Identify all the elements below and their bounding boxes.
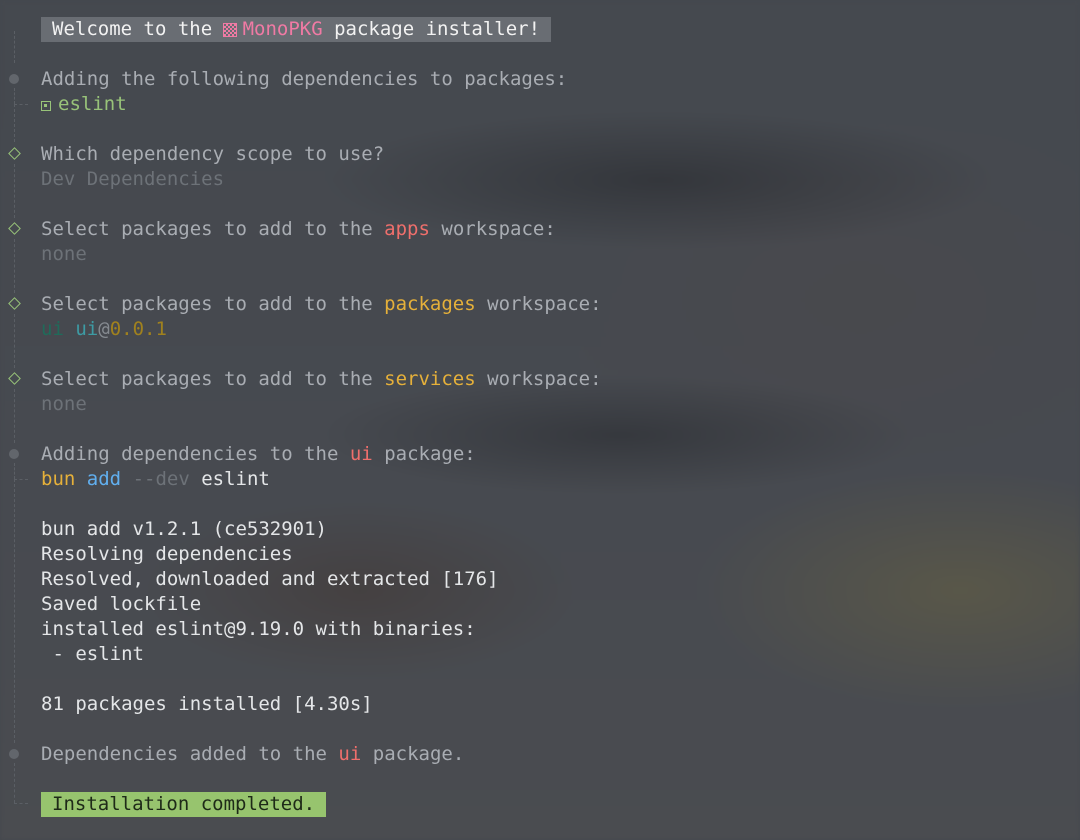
command-bin: bun — [41, 468, 76, 490]
gutter-line — [14, 479, 15, 743]
output-line: Saved lockfile — [41, 593, 202, 615]
welcome-suffix: package installer! — [322, 18, 541, 40]
gutter-branch — [14, 803, 28, 804]
gutter-branch — [14, 104, 28, 105]
scope-question: Which dependency scope to use? — [41, 143, 385, 165]
message-prefix: Dependencies added to the — [41, 743, 339, 765]
box-icon — [41, 101, 51, 111]
command-flag: --dev — [132, 468, 190, 490]
scope-answer: Dev Dependencies — [41, 168, 225, 190]
command-line: bun add --dev eslint — [41, 467, 270, 492]
packages-question: Select packages to add to the packages w… — [41, 292, 602, 317]
workspace-name: services — [384, 368, 476, 390]
output-line: - eslint — [41, 643, 144, 665]
terminal-output: Welcome to the MonoPKG package installer… — [0, 0, 1080, 840]
answered-diamond-icon — [8, 372, 21, 385]
gutter-line — [14, 463, 15, 479]
question-suffix: workspace: — [475, 368, 602, 390]
workspace-name: packages — [384, 293, 476, 315]
gutter-branch — [14, 479, 28, 480]
gutter-line — [14, 389, 15, 443]
command-sub: add — [86, 468, 122, 490]
package-version: 0.0.1 — [109, 318, 167, 340]
welcome-banner: Welcome to the MonoPKG package installer… — [41, 17, 552, 42]
gutter-line — [14, 314, 15, 368]
step-dot-icon — [9, 449, 19, 459]
gutter-line — [14, 763, 15, 803]
package-name: ui — [338, 743, 362, 765]
dependency-item: eslint — [41, 92, 127, 117]
step-dot-icon — [9, 74, 19, 84]
package-short: ui — [41, 318, 64, 340]
output-line: bun add v1.2.1 (ce532901) — [41, 518, 327, 540]
output-line: Resolved, downloaded and extracted [176] — [41, 568, 499, 590]
output-line: installed eslint@9.19.0 with binaries: — [41, 618, 476, 640]
title-suffix: package: — [372, 443, 476, 465]
added-message: Dependencies added to the ui package. — [41, 742, 464, 767]
dependency-name: eslint — [58, 93, 127, 115]
gutter-line — [14, 239, 15, 293]
package-name: ui — [349, 443, 373, 465]
title-prefix: Adding dependencies to the — [41, 443, 350, 465]
output-line: 81 packages installed [4.30s] — [41, 693, 373, 715]
command-arg: eslint — [201, 468, 270, 490]
package-at: @ — [98, 318, 110, 340]
gutter-line — [14, 104, 15, 142]
adding-title: Adding the following dependencies to pac… — [41, 68, 568, 90]
apps-answer: none — [41, 243, 87, 265]
answered-diamond-icon — [8, 297, 21, 310]
gutter-line — [14, 164, 15, 218]
step-dot-icon — [9, 749, 19, 759]
question-prefix: Select packages to add to the — [41, 293, 385, 315]
workspace-name: apps — [384, 218, 430, 240]
question-suffix: workspace: — [429, 218, 556, 240]
message-suffix: package. — [361, 743, 465, 765]
adding-ui-title: Adding dependencies to the ui package: — [41, 442, 476, 467]
package-icon — [222, 23, 237, 37]
question-suffix: workspace: — [475, 293, 602, 315]
services-question: Select packages to add to the services w… — [41, 367, 602, 392]
services-answer: none — [41, 393, 87, 415]
packages-answer: ui ui@0.0.1 — [41, 317, 167, 342]
package-name: ui — [75, 318, 99, 340]
answered-diamond-icon — [8, 147, 21, 160]
apps-question: Select packages to add to the apps works… — [41, 217, 556, 242]
welcome-prefix: Welcome to the — [52, 18, 224, 40]
brand-name: MonoPKG — [242, 18, 323, 40]
gutter-line — [14, 31, 15, 63]
output-line: Resolving dependencies — [41, 543, 293, 565]
completed-banner: Installation completed. — [41, 792, 327, 817]
answered-diamond-icon — [8, 222, 21, 235]
gutter-line — [14, 88, 15, 104]
question-prefix: Select packages to add to the — [41, 368, 385, 390]
question-prefix: Select packages to add to the — [41, 218, 385, 240]
